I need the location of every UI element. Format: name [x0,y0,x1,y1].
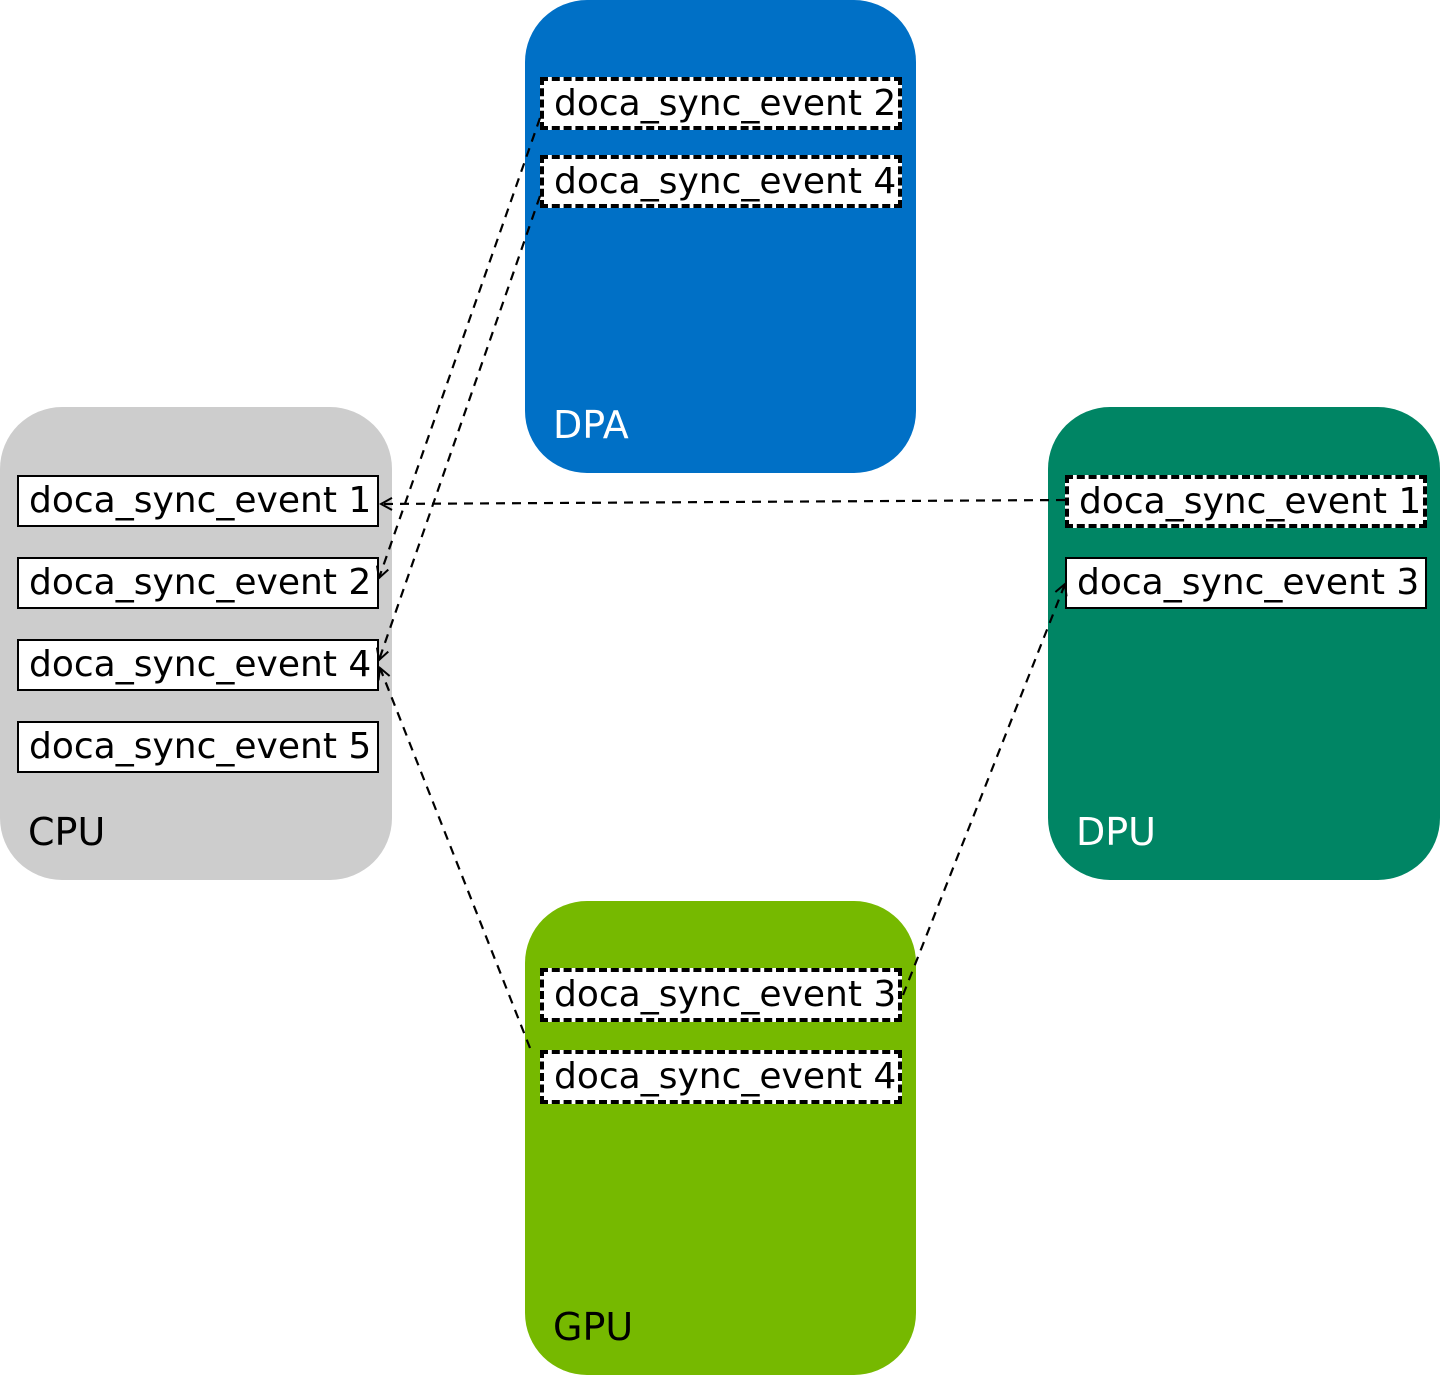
cpu-node: doca_sync_event 1 doca_sync_event 2 doca… [0,407,392,880]
gpu-event-4: doca_sync_event 4 [540,1050,902,1104]
cpu-event-4: doca_sync_event 4 [17,639,379,691]
arrow-gpu3-to-dpu3 [901,584,1065,996]
dpu-event-3: doca_sync_event 3 [1065,557,1427,609]
dpu-label: DPU [1076,810,1156,854]
gpu-event-3: doca_sync_event 3 [540,968,902,1022]
arrow-dpu1-to-cpu1 [381,500,1066,504]
arrow-dpa4-to-cpu4 [379,195,542,660]
arrow-dpa2-to-cpu2 [379,117,542,578]
dpu-node: doca_sync_event 1 doca_sync_event 3 DPU [1048,407,1440,880]
cpu-event-1: doca_sync_event 1 [17,475,379,527]
cpu-event-5: doca_sync_event 5 [17,721,379,773]
gpu-label: GPU [553,1305,634,1349]
arrow-gpu4-to-cpu4 [380,668,532,1049]
dpa-event-4: doca_sync_event 4 [540,155,902,208]
cpu-label: CPU [28,810,106,854]
cpu-event-2: doca_sync_event 2 [17,557,379,609]
dpa-event-2: doca_sync_event 2 [540,77,902,130]
dpa-label: DPA [553,403,629,447]
gpu-node: doca_sync_event 3 doca_sync_event 4 GPU [525,901,916,1375]
dpu-event-1: doca_sync_event 1 [1065,475,1427,528]
dpa-node: doca_sync_event 2 doca_sync_event 4 DPA [525,0,916,473]
